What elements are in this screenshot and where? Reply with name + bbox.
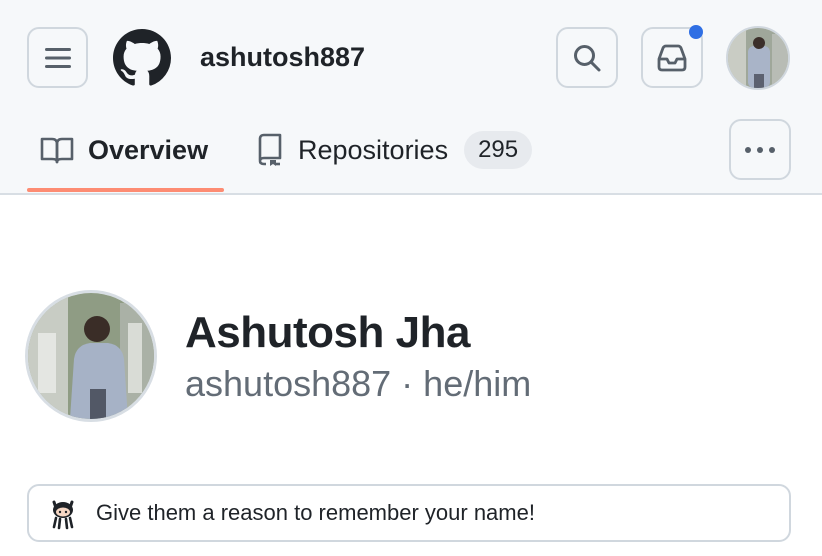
profile-full-name: Ashutosh Jha	[185, 308, 470, 357]
tab-repositories-label: Repositories	[298, 135, 449, 165]
user-photo-icon	[28, 293, 154, 419]
status-prompt[interactable]: Give them a reason to remember your name…	[27, 484, 791, 542]
user-photo-icon	[728, 28, 788, 88]
repo-icon	[258, 133, 282, 166]
profile-avatar[interactable]	[25, 290, 157, 422]
header-username[interactable]: ashutosh887	[200, 40, 365, 74]
tab-overview-label: Overview	[88, 135, 209, 165]
github-mark-icon[interactable]	[113, 29, 171, 87]
selected-tab-underline	[27, 188, 224, 192]
profile-header: ashutosh887 Overview Repositories 295	[0, 0, 822, 195]
book-icon	[40, 137, 74, 164]
search-icon	[574, 44, 601, 71]
more-tabs-button[interactable]	[729, 119, 791, 180]
inbox-icon	[657, 44, 687, 71]
menu-button[interactable]	[27, 27, 88, 88]
search-button[interactable]	[556, 27, 618, 88]
header-avatar[interactable]	[726, 26, 790, 90]
tab-repositories[interactable]: Repositories 295	[256, 120, 533, 180]
status-prompt-text: Give them a reason to remember your name…	[96, 500, 535, 525]
notification-indicator	[689, 25, 703, 39]
repositories-count-badge: 295	[464, 131, 533, 169]
octocat-icon	[52, 500, 74, 530]
kebab-horizontal-icon	[745, 146, 775, 153]
tab-overview[interactable]: Overview	[40, 120, 208, 180]
hamburger-icon	[44, 47, 71, 68]
profile-login-pronouns: ashutosh887 · he/him	[185, 363, 532, 404]
